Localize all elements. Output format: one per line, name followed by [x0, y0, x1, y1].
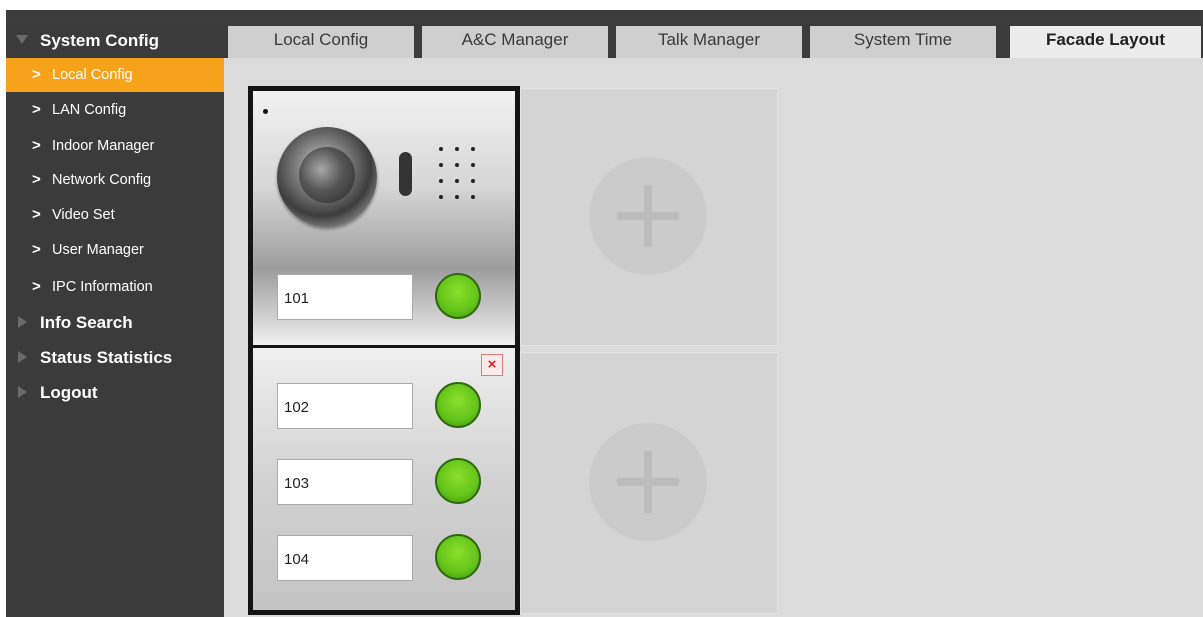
sidebar-item-video-set[interactable]: > Video Set — [6, 198, 224, 232]
sidebar-item-user-manager[interactable]: > User Manager — [6, 233, 224, 267]
tab-system-time[interactable]: System Time — [810, 26, 996, 58]
sidebar: System Config > Local Config > LAN Confi… — [6, 24, 224, 617]
room-nameplate[interactable]: 101 — [277, 274, 413, 320]
sidebar-group-label: Info Search — [40, 313, 133, 332]
sidebar-group-status-statistics[interactable]: Status Statistics — [6, 341, 224, 375]
app-frame: System Config > Local Config > LAN Confi… — [6, 24, 1203, 617]
empty-slot-top — [520, 88, 778, 346]
sidebar-group-system-config[interactable]: System Config — [6, 24, 224, 58]
room-nameplate[interactable]: 104 — [277, 535, 413, 581]
button-module[interactable]: × 102 103 104 — [248, 345, 520, 615]
sidebar-item-label: Local Config — [52, 67, 133, 83]
tab-bar: Local Config A&C Manager Talk Manager Sy… — [224, 24, 1203, 58]
sidebar-item-ipc-information[interactable]: > IPC Information — [6, 270, 224, 304]
camera-module[interactable]: 101 — [248, 86, 520, 348]
sidebar-item-label: Indoor Manager — [52, 138, 155, 154]
room-nameplate[interactable]: 102 — [277, 383, 413, 429]
empty-slot-bottom — [520, 352, 778, 614]
sidebar-item-label: Network Config — [52, 172, 152, 188]
call-button[interactable] — [435, 382, 481, 428]
triangle-right-icon — [18, 316, 27, 328]
triangle-right-icon — [18, 386, 27, 398]
chevron-right-icon: > — [32, 101, 41, 118]
sidebar-group-label: Logout — [40, 383, 98, 402]
sidebar-item-label: User Manager — [52, 242, 144, 258]
main-content: Local Config A&C Manager Talk Manager Sy… — [224, 24, 1203, 617]
sidebar-item-local-config[interactable]: > Local Config — [6, 58, 224, 92]
sidebar-group-label: Status Statistics — [40, 348, 173, 367]
plus-icon[interactable] — [589, 157, 707, 275]
sidebar-item-label: Video Set — [52, 207, 115, 223]
sidebar-item-network-config[interactable]: > Network Config — [6, 163, 224, 197]
chevron-right-icon: > — [32, 171, 41, 188]
sidebar-item-label: LAN Config — [52, 102, 127, 118]
chevron-right-icon: > — [32, 66, 41, 83]
chevron-right-icon: > — [32, 137, 41, 154]
speaker-icon — [437, 141, 483, 207]
sidebar-item-label: IPC Information — [52, 279, 153, 295]
room-nameplate[interactable]: 103 — [277, 459, 413, 505]
microphone-icon — [263, 109, 268, 114]
chevron-right-icon: > — [32, 206, 41, 223]
chevron-right-icon: > — [32, 241, 41, 258]
call-button[interactable] — [435, 273, 481, 319]
sensor-icon — [399, 152, 412, 196]
triangle-down-icon — [16, 35, 28, 44]
call-button[interactable] — [435, 534, 481, 580]
tab-ac-manager[interactable]: A&C Manager — [422, 26, 608, 58]
sidebar-group-logout[interactable]: Logout — [6, 376, 224, 410]
triangle-right-icon — [18, 351, 27, 363]
tab-facade-layout[interactable]: Facade Layout — [1010, 26, 1201, 58]
sidebar-group-info-search[interactable]: Info Search — [6, 306, 224, 340]
tab-local-config[interactable]: Local Config — [228, 26, 414, 58]
plus-icon[interactable] — [589, 423, 707, 541]
tab-talk-manager[interactable]: Talk Manager — [616, 26, 802, 58]
chevron-right-icon: > — [32, 278, 41, 295]
sidebar-item-lan-config[interactable]: > LAN Config — [6, 93, 224, 127]
top-bar — [6, 10, 1203, 24]
sidebar-group-label: System Config — [40, 31, 160, 50]
close-icon[interactable]: × — [481, 354, 503, 376]
call-button[interactable] — [435, 458, 481, 504]
sidebar-item-indoor-manager[interactable]: > Indoor Manager — [6, 129, 224, 163]
camera-icon — [277, 127, 377, 227]
